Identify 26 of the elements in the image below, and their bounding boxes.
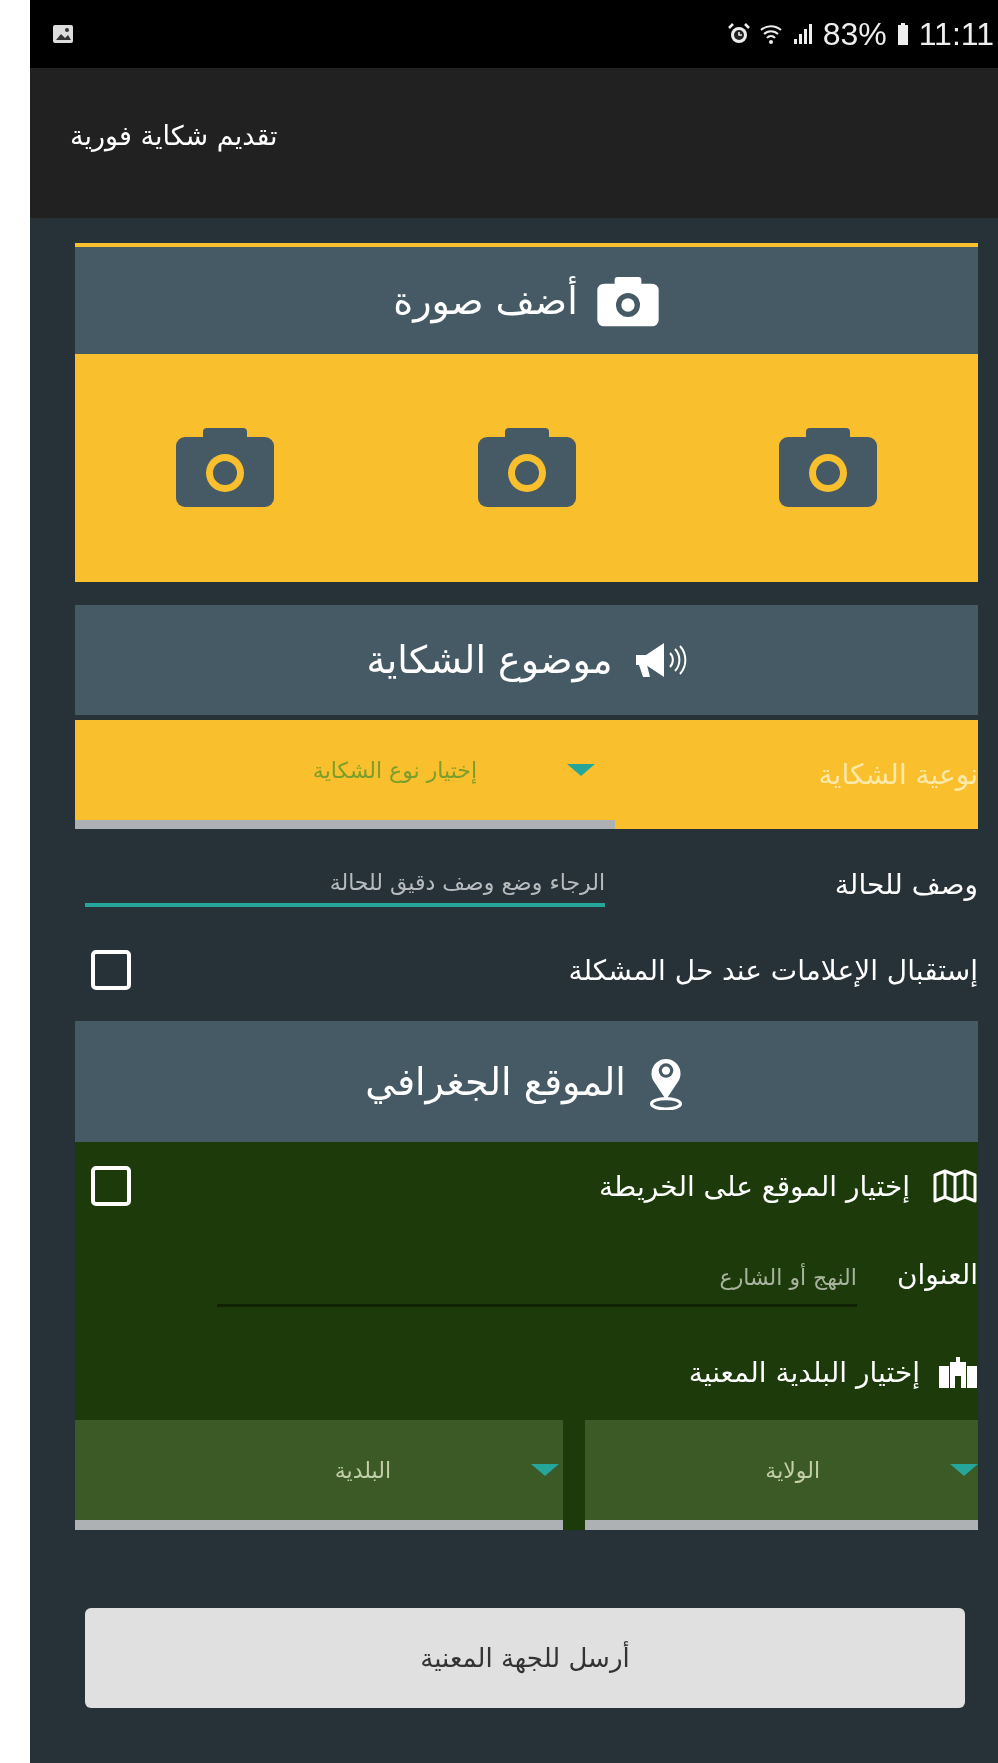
alarm-icon xyxy=(726,22,751,46)
map-icon xyxy=(932,1169,978,1203)
description-field[interactable]: الرجاء وضع وصف دقيق للحالة xyxy=(85,861,605,907)
caret-icon xyxy=(950,1464,978,1476)
field-label: إختيار البلدية المعنية xyxy=(688,1355,920,1389)
wifi-icon xyxy=(758,22,783,46)
section-title: أضف صورة xyxy=(393,278,578,323)
checkbox-label: إستقبال الإعلامات عند حل المشكلة xyxy=(568,953,978,987)
screen-title: تقديم شكاية فورية xyxy=(70,119,278,151)
checkbox[interactable] xyxy=(91,1166,131,1206)
address-field[interactable]: النهج أو الشارع xyxy=(216,1251,857,1307)
field-label: العنوان xyxy=(896,1257,978,1291)
clock: 11:11 xyxy=(918,15,994,53)
field-label: نوعية الشكاية xyxy=(817,758,978,791)
checkbox-label: إختيار الموقع على الخريطة xyxy=(599,1169,910,1203)
section-title: موضوع الشكاية xyxy=(366,638,613,682)
checkbox[interactable] xyxy=(91,950,131,990)
field-label: وصف للحالة xyxy=(834,867,978,901)
submit-button[interactable]: أرسل للجهة المعنية xyxy=(85,1608,965,1708)
battery-percent: 83% xyxy=(822,15,887,53)
image-icon xyxy=(52,23,74,45)
caret-icon xyxy=(531,1464,559,1476)
caret-icon xyxy=(567,764,595,776)
dropdown[interactable]: الولاية xyxy=(585,1420,978,1530)
section-title: الموقع الجغرافي xyxy=(365,1059,626,1104)
dropdown[interactable]: البلدية xyxy=(75,1420,563,1530)
